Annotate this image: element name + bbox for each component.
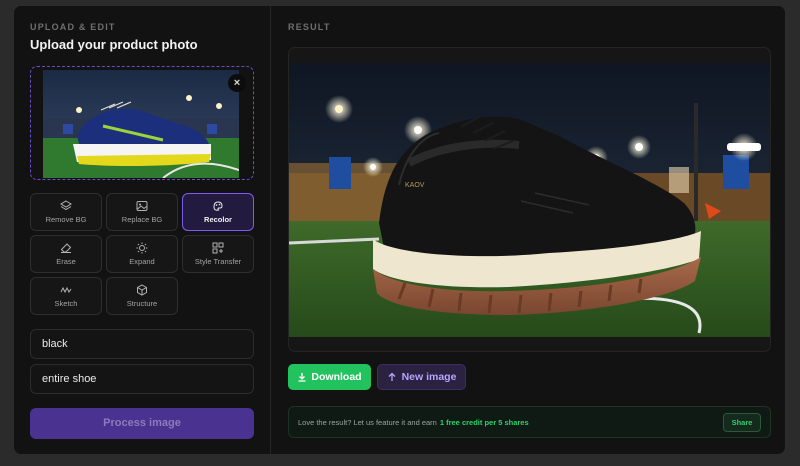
tool-label: Expand — [129, 257, 155, 266]
promo-highlight: 1 free credit per 5 shares — [439, 417, 529, 427]
download-label: Download — [311, 371, 362, 383]
process-image-button[interactable]: Process image — [30, 408, 254, 439]
tool-replace-bg-button[interactable]: Replace BG — [106, 193, 178, 231]
tool-sketch-button[interactable]: Sketch — [30, 277, 102, 315]
expand-sun-icon — [136, 242, 148, 254]
share-promo-banner: Love the result? Let us feature it and e… — [288, 406, 771, 438]
new-image-button[interactable]: New image — [377, 364, 466, 390]
layers-icon — [60, 200, 72, 211]
arrow-up-icon — [388, 372, 396, 381]
cube-icon — [137, 284, 147, 296]
upload-dropzone[interactable]: × — [30, 66, 254, 180]
app-window: UPLOAD & EDIT Upload your product photo — [13, 5, 786, 455]
panel-divider — [270, 6, 271, 454]
tool-erase-button[interactable]: Erase — [30, 235, 102, 273]
promo-text: Love the result? Let us feature it and e… — [298, 417, 437, 427]
svg-text:KAOV: KAOV — [405, 182, 425, 189]
result-preview: KAOV — [288, 47, 771, 352]
tool-label: Style Transfer — [194, 257, 242, 266]
tool-remove-bg-button[interactable]: Remove BG — [30, 193, 102, 231]
tool-label: Sketch — [54, 299, 78, 308]
palette-icon — [213, 201, 223, 211]
color-input[interactable]: black — [30, 329, 254, 359]
upload-section-label: UPLOAD & EDIT — [30, 22, 116, 32]
uploaded-photo-thumbnail — [43, 70, 239, 178]
new-image-label: New image — [401, 371, 457, 383]
tool-recolor-button[interactable]: Recolor — [182, 193, 254, 231]
eraser-icon — [60, 243, 72, 253]
tool-expand-button[interactable]: Expand — [106, 235, 178, 273]
result-image: KAOV — [289, 63, 770, 337]
edit-tools-grid: Remove BG Replace BG Recolor Erase Expan… — [30, 193, 254, 315]
image-icon — [136, 201, 148, 211]
upload-title: Upload your product photo — [30, 37, 198, 52]
remove-photo-close-icon[interactable]: × — [228, 74, 246, 92]
tool-label: Recolor — [204, 215, 232, 224]
squiggle-icon — [60, 286, 72, 294]
tool-label: Remove BG — [45, 215, 87, 224]
tool-label: Replace BG — [121, 215, 163, 224]
grid-plus-icon — [212, 242, 224, 254]
target-area-input[interactable]: entire shoe — [30, 364, 254, 394]
download-button[interactable]: Download — [288, 364, 371, 390]
download-icon — [298, 373, 306, 382]
share-button[interactable]: Share — [723, 412, 761, 432]
tool-structure-button[interactable]: Structure — [106, 277, 178, 315]
upload-edit-panel: UPLOAD & EDIT Upload your product photo — [30, 6, 254, 454]
tool-label: Structure — [126, 299, 158, 308]
tool-style-transfer-button[interactable]: Style Transfer — [182, 235, 254, 273]
result-section-label: RESULT — [288, 22, 331, 32]
tool-label: Erase — [56, 257, 76, 266]
result-panel-column: RESULT KAOV Download New image Love the … — [288, 6, 772, 454]
